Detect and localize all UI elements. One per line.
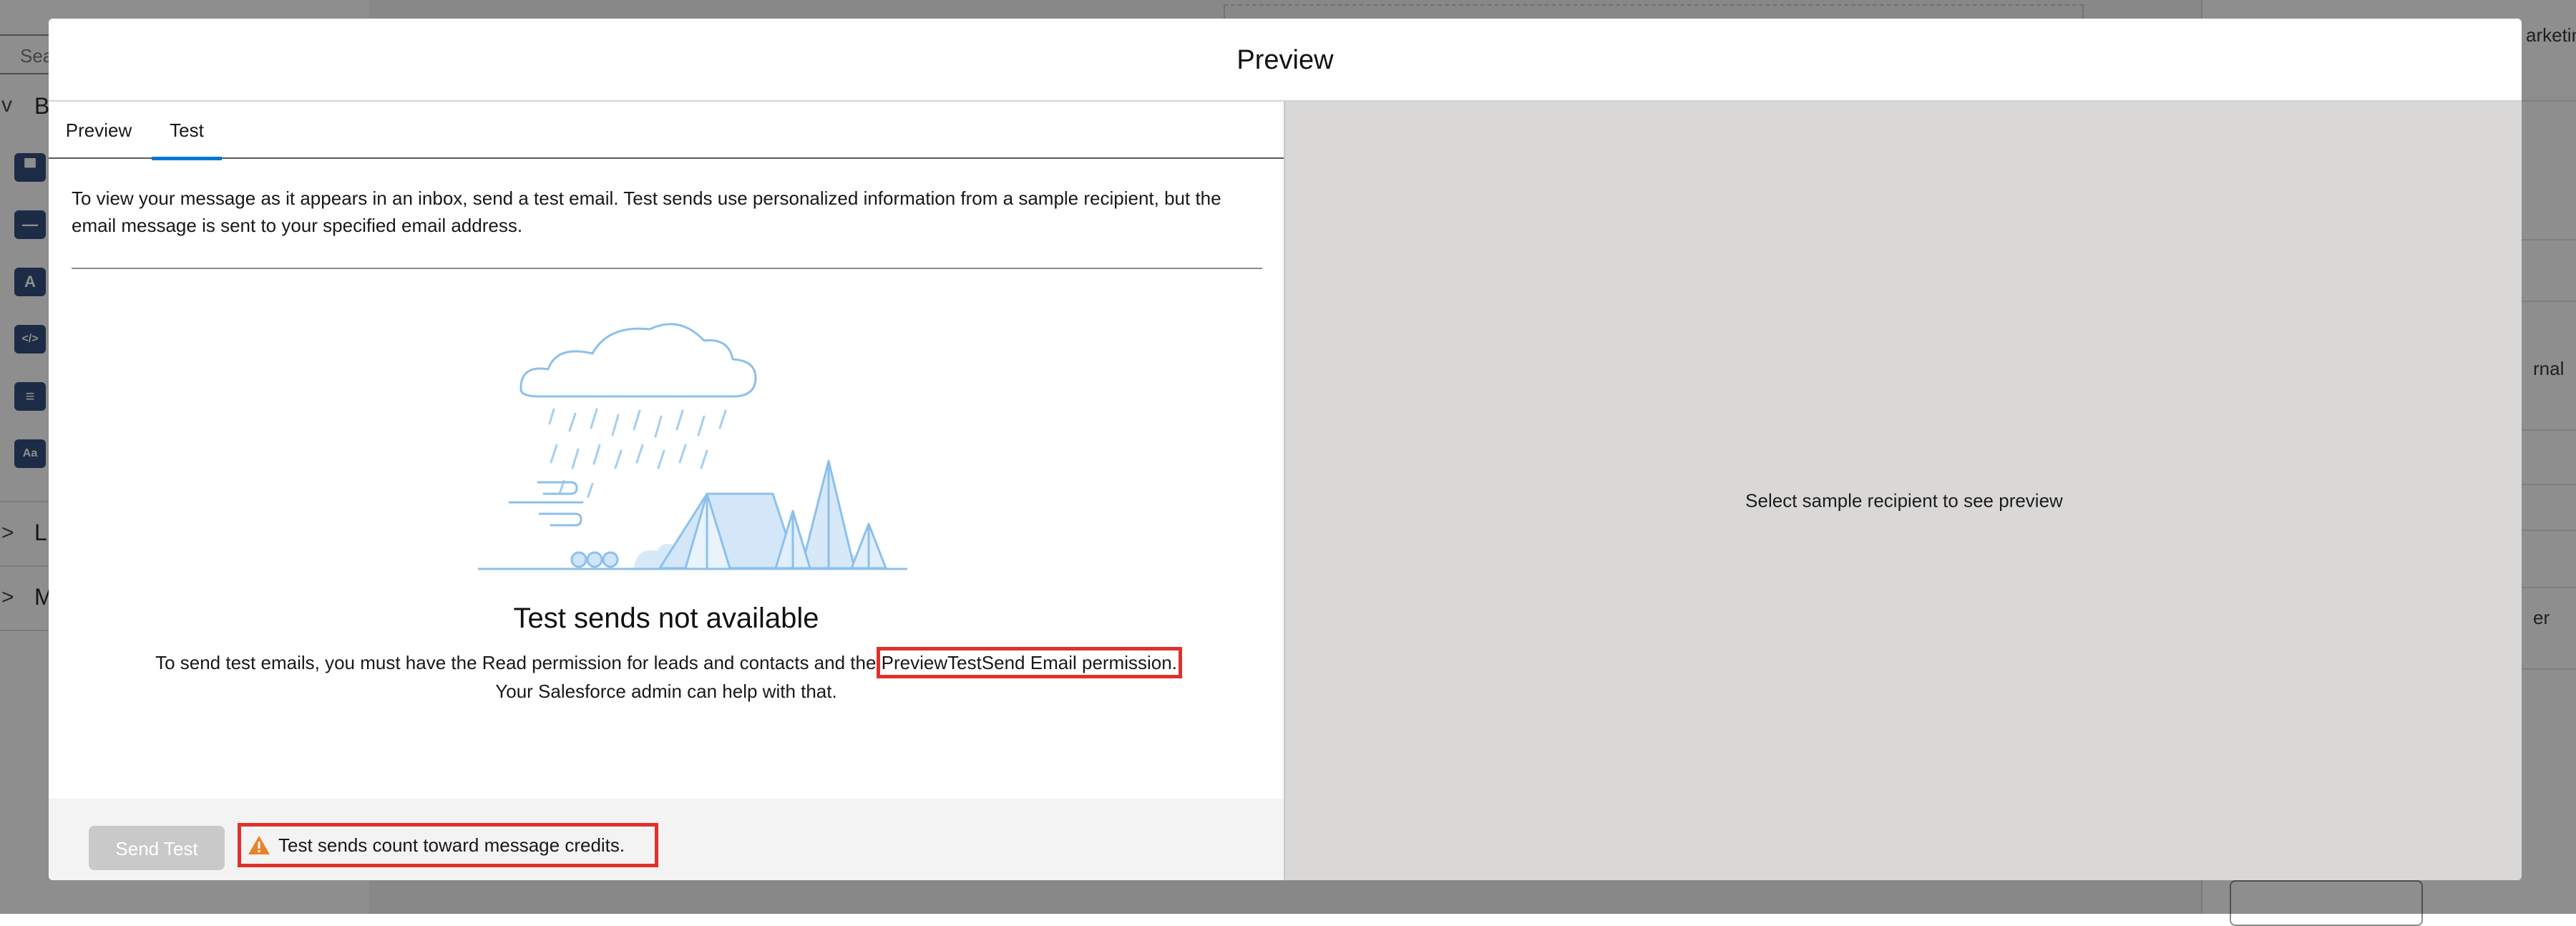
email-preview-pane: Select sample recipient to see preview	[1284, 102, 2522, 880]
empty-state-heading: Test sends not available	[513, 603, 819, 634]
tab-bar: Preview Test	[49, 102, 1284, 160]
modal-header: Preview	[49, 19, 2522, 102]
test-pane: Preview Test To view your message as it …	[49, 102, 1284, 880]
modal-footer: Send Test Test sends count toward messag…	[49, 799, 1284, 880]
rain-cloud-tent-illustration	[478, 323, 907, 570]
modal-title: Preview	[1236, 45, 1334, 75]
empty-state-message-start: To send test emails, you must have the R…	[155, 652, 882, 673]
intro-text: To view your message as it appears in an…	[72, 187, 1221, 236]
highlighted-permission-text: PreviewTestSend Email permission.	[876, 647, 1182, 678]
empty-state-message-end: Your Salesforce admin can help with that…	[495, 681, 837, 702]
empty-state-message: To send test emails, you must have the R…	[135, 647, 1198, 706]
tab-test[interactable]: Test	[152, 102, 222, 160]
preview-modal: Preview Preview Test To view your messag…	[49, 19, 2522, 880]
credits-warning-text: Test sends count toward message credits.	[278, 834, 625, 856]
credits-warning: Test sends count toward message credits.	[238, 823, 658, 867]
preview-placeholder-text: Select sample recipient to see preview	[1745, 489, 2063, 512]
send-test-button[interactable]: Send Test	[89, 826, 225, 870]
warning-triangle-icon	[248, 836, 270, 854]
tab-preview[interactable]: Preview	[64, 102, 133, 159]
intro-divider	[72, 268, 1262, 269]
